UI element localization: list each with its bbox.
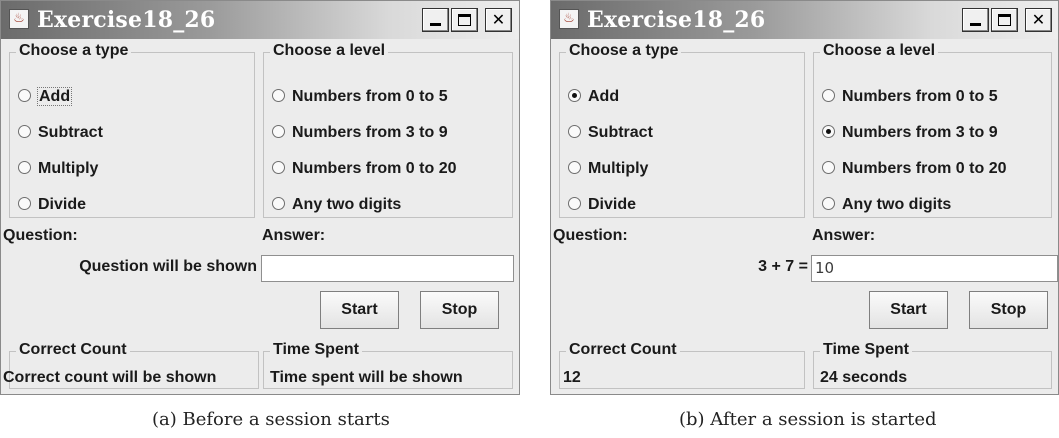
- level-panel-title: Choose a level: [820, 42, 939, 60]
- level-panel: Choose a level Numbers from 0 to 5 Numbe…: [263, 42, 513, 218]
- radio-divide[interactable]: Divide: [18, 194, 86, 216]
- answer-label: Answer:: [812, 227, 876, 244]
- radio-button[interactable]: [18, 125, 31, 138]
- radio-subtract[interactable]: Subtract: [568, 122, 653, 144]
- radio-label: Add: [588, 88, 620, 105]
- correct-count-value: 12: [563, 369, 581, 386]
- radio-level-3-9[interactable]: Numbers from 3 to 9: [822, 122, 998, 144]
- radio-level-two-digits[interactable]: Any two digits: [272, 194, 401, 216]
- radio-label: Numbers from 0 to 20: [842, 160, 1007, 177]
- window-title: Exercise18_26: [587, 7, 766, 33]
- level-panel-title: Choose a level: [270, 42, 389, 60]
- radio-level-0-20[interactable]: Numbers from 0 to 20: [272, 158, 456, 180]
- radio-label: Numbers from 0 to 20: [292, 160, 457, 177]
- start-button[interactable]: Start: [320, 291, 399, 329]
- radio-button[interactable]: [568, 161, 581, 174]
- radio-divide[interactable]: Divide: [568, 194, 636, 216]
- title-bar[interactable]: ♨ Exercise18_26 ✕: [551, 1, 1058, 39]
- window-after-session: ♨ Exercise18_26 ✕ Choose a type Add Subt…: [550, 0, 1059, 395]
- type-panel-title: Choose a type: [566, 42, 682, 60]
- correct-count-value: Correct count will be shown: [3, 369, 217, 386]
- time-spent-title: Time Spent: [820, 341, 912, 359]
- start-button[interactable]: Start: [869, 291, 948, 329]
- radio-label: Subtract: [588, 124, 653, 141]
- question-label: Question:: [3, 227, 78, 244]
- radio-button[interactable]: [568, 125, 581, 138]
- radio-label: Subtract: [38, 124, 103, 141]
- radio-button[interactable]: [822, 89, 835, 102]
- window-title: Exercise18_26: [37, 7, 216, 33]
- java-cup-icon[interactable]: ♨: [559, 9, 579, 29]
- radio-button[interactable]: [18, 197, 31, 210]
- radio-label: Numbers from 3 to 9: [842, 124, 998, 141]
- question-text: 3 + 7 =: [758, 258, 808, 275]
- title-bar[interactable]: ♨ Exercise18_26 ✕: [1, 1, 519, 39]
- minimize-icon[interactable]: [962, 8, 989, 32]
- correct-count-panel: Correct Count: [559, 341, 805, 389]
- answer-label: Answer:: [262, 227, 326, 244]
- radio-button[interactable]: [568, 197, 581, 210]
- correct-count-title: Correct Count: [16, 341, 130, 359]
- answer-field[interactable]: 10: [811, 255, 1058, 282]
- time-spent-value: 24 seconds: [820, 369, 908, 386]
- radio-label: Numbers from 3 to 9: [292, 124, 448, 141]
- radio-level-two-digits[interactable]: Any two digits: [822, 194, 951, 216]
- caption-a: (a) Before a session starts: [152, 409, 390, 430]
- close-icon[interactable]: ✕: [1025, 8, 1052, 32]
- radio-button[interactable]: [272, 197, 285, 210]
- question-text: Question will be shown: [79, 258, 257, 275]
- radio-level-0-5[interactable]: Numbers from 0 to 5: [272, 86, 448, 108]
- java-cup-icon[interactable]: ♨: [9, 9, 29, 29]
- radio-label: Any two digits: [842, 196, 952, 213]
- radio-button[interactable]: [822, 161, 835, 174]
- radio-label: Multiply: [588, 160, 649, 177]
- type-panel: Choose a type Add Subtract Multiply Divi…: [559, 42, 805, 218]
- radio-button-selected[interactable]: [568, 89, 581, 102]
- time-spent-value: Time spent will be shown: [270, 369, 463, 386]
- radio-label: Add: [36, 87, 73, 106]
- radio-add[interactable]: Add: [568, 86, 619, 108]
- radio-level-0-20[interactable]: Numbers from 0 to 20: [822, 158, 1006, 180]
- maximize-icon[interactable]: [991, 8, 1018, 32]
- radio-button[interactable]: [272, 125, 285, 138]
- stop-button[interactable]: Stop: [969, 291, 1048, 329]
- radio-level-0-5[interactable]: Numbers from 0 to 5: [822, 86, 998, 108]
- radio-add[interactable]: Add: [18, 86, 73, 108]
- minimize-icon[interactable]: [422, 8, 449, 32]
- radio-label: Divide: [588, 196, 637, 213]
- radio-multiply[interactable]: Multiply: [18, 158, 98, 180]
- radio-button[interactable]: [272, 161, 285, 174]
- correct-count-title: Correct Count: [566, 341, 680, 359]
- caption-b: (b) After a session is started: [679, 409, 937, 430]
- radio-button-selected[interactable]: [822, 125, 835, 138]
- radio-button[interactable]: [822, 197, 835, 210]
- radio-button[interactable]: [18, 161, 31, 174]
- radio-label: Numbers from 0 to 5: [292, 88, 448, 105]
- time-spent-title: Time Spent: [270, 341, 362, 359]
- type-panel-title: Choose a type: [16, 42, 132, 60]
- radio-subtract[interactable]: Subtract: [18, 122, 103, 144]
- radio-label: Any two digits: [292, 196, 402, 213]
- radio-label: Divide: [38, 196, 87, 213]
- stop-button[interactable]: Stop: [420, 291, 499, 329]
- radio-label: Multiply: [38, 160, 99, 177]
- radio-button[interactable]: [18, 89, 31, 102]
- close-icon[interactable]: ✕: [485, 8, 512, 32]
- radio-button[interactable]: [272, 89, 285, 102]
- radio-multiply[interactable]: Multiply: [568, 158, 648, 180]
- maximize-icon[interactable]: [451, 8, 478, 32]
- question-label: Question:: [553, 227, 628, 244]
- answer-field[interactable]: [261, 255, 514, 282]
- radio-label: Numbers from 0 to 5: [842, 88, 998, 105]
- level-panel: Choose a level Numbers from 0 to 5 Numbe…: [813, 42, 1052, 218]
- type-panel: Choose a type Add Subtract Multiply Divi…: [9, 42, 255, 218]
- window-before-session: ♨ Exercise18_26 ✕ Choose a type Add Subt…: [0, 0, 520, 395]
- radio-level-3-9[interactable]: Numbers from 3 to 9: [272, 122, 448, 144]
